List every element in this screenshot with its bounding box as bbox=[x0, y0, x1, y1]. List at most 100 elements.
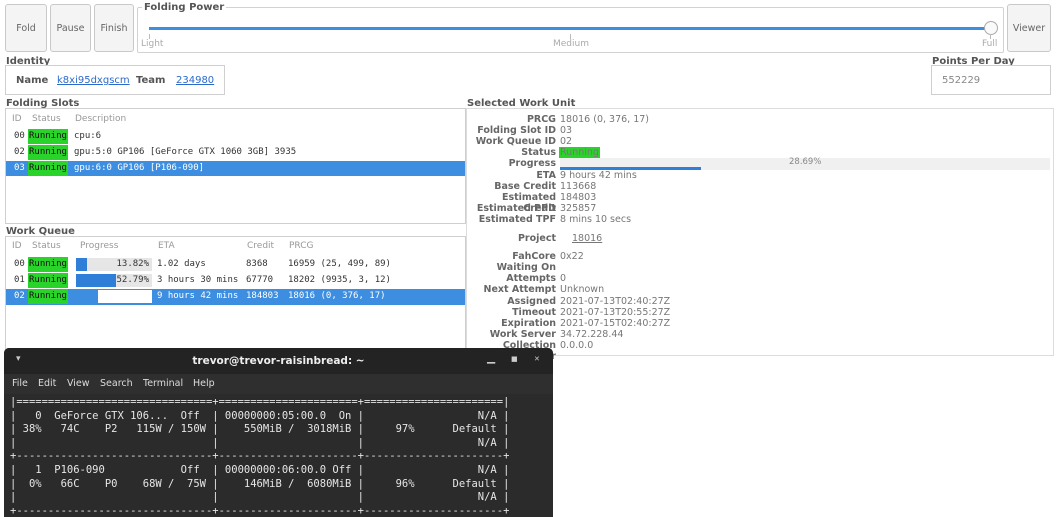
window-menu-icon[interactable]: ▾ bbox=[16, 354, 21, 364]
queue-prcg: 16959 (25, 499, 89) bbox=[288, 259, 391, 269]
menu-terminal[interactable]: Terminal bbox=[143, 378, 183, 389]
wu-timeout-label: Timeout bbox=[512, 307, 556, 318]
menu-edit[interactable]: Edit bbox=[38, 378, 56, 389]
ppd-panel: 552229 bbox=[931, 65, 1051, 95]
close-icon[interactable]: ✕ bbox=[534, 355, 540, 363]
queue-progress-fill bbox=[76, 274, 117, 287]
minimize-icon[interactable]: ▁ bbox=[487, 352, 495, 364]
terminal-window[interactable]: ▾ trevor@trevor-raisinbread: ~ ▁ ■ ✕ Fil… bbox=[4, 348, 553, 517]
terminal-line: | 1 P106-090 Off | 00000000:06:00.0 Off … bbox=[10, 463, 510, 476]
queue-header-progress: Progress bbox=[80, 241, 119, 251]
wu-queue-label: Work Queue ID bbox=[475, 136, 556, 147]
terminal-line: +-------------------------------+-------… bbox=[10, 504, 510, 517]
terminal-line: | | | N/A | bbox=[10, 436, 510, 449]
slot-row[interactable]: 02 Running gpu:5:0 GP106 [GeForce GTX 10… bbox=[6, 145, 465, 160]
name-link[interactable]: k8xi95dxgscm bbox=[57, 75, 130, 86]
wu-progress-text: 28.69% bbox=[789, 157, 822, 167]
queue-eta: 3 hours 30 mins bbox=[157, 275, 239, 285]
slot-status-badge: Running bbox=[28, 129, 68, 144]
queue-progress-text: 52.79% bbox=[116, 275, 149, 285]
wu-est-tpf-value: 8 mins 10 secs bbox=[560, 214, 632, 225]
terminal-line: +-------------------------------+-------… bbox=[10, 450, 510, 463]
wu-eta-label: ETA bbox=[536, 170, 556, 181]
wu-work-server-value: 34.72.228.44 bbox=[560, 329, 624, 340]
queue-progress-text: 28.69% bbox=[116, 291, 149, 301]
menu-search[interactable]: Search bbox=[100, 378, 133, 389]
menu-help[interactable]: Help bbox=[193, 378, 215, 389]
wu-slot-value: 03 bbox=[560, 125, 573, 136]
wu-project-link[interactable]: 18016 bbox=[572, 233, 602, 244]
terminal-line: | 38% 74C P2 115W / 150W | 550MiB / 3018… bbox=[10, 423, 510, 436]
queue-row[interactable]: 01 Running 52.79% 3 hours 30 mins 67770 … bbox=[6, 273, 465, 289]
queue-eta: 9 hours 42 mins bbox=[157, 291, 239, 301]
queue-table: ID Status Progress ETA Credit PRCG 00 Ru… bbox=[5, 236, 466, 350]
maximize-icon[interactable]: ■ bbox=[511, 355, 518, 363]
queue-progress-fill bbox=[76, 290, 98, 303]
wu-base-credit-value: 113668 bbox=[560, 181, 597, 192]
viewer-button[interactable]: Viewer bbox=[1007, 4, 1051, 52]
wu-est-tpf-label: Estimated TPF bbox=[478, 214, 556, 225]
slot-description: gpu:6:0 GP106 [P106-090] bbox=[74, 163, 205, 173]
ppd-value: 552229 bbox=[942, 75, 981, 86]
menu-view[interactable]: View bbox=[67, 378, 90, 389]
wu-est-credit-value: 184803 bbox=[560, 192, 597, 203]
slot-description: cpu:6 bbox=[74, 131, 102, 141]
wu-queue-value: 02 bbox=[560, 136, 573, 147]
queue-progress-bar: 28.69% bbox=[76, 290, 152, 303]
slot-status-badge: Running bbox=[28, 161, 68, 176]
slot-row[interactable]: 00 Running cpu:6 bbox=[6, 129, 465, 144]
queue-credit: 184803 bbox=[246, 291, 279, 301]
slot-id: 00 bbox=[14, 131, 25, 141]
queue-progress-fill bbox=[76, 258, 87, 271]
queue-id: 00 bbox=[14, 259, 25, 269]
terminal-line: | 0% 66C P0 68W / 75W | 146MiB / 6080MiB… bbox=[10, 477, 510, 490]
queue-id: 02 bbox=[14, 291, 25, 301]
wu-progress-bar: 28.69% bbox=[560, 157, 1050, 170]
wu-next-attempt-value: Unknown bbox=[560, 284, 605, 295]
power-slider-handle[interactable] bbox=[984, 21, 998, 35]
slot-id: 02 bbox=[14, 147, 25, 157]
queue-prcg: 18202 (9935, 3, 12) bbox=[288, 275, 391, 285]
queue-header-id: ID bbox=[12, 241, 22, 251]
terminal-line: | | | N/A | bbox=[10, 491, 510, 504]
wu-work-server-label: Work Server bbox=[489, 329, 556, 340]
wu-prcg-label: PRCG bbox=[526, 114, 556, 125]
team-label: Team bbox=[136, 75, 166, 86]
power-slider-track[interactable] bbox=[149, 27, 991, 30]
name-label: Name bbox=[16, 75, 49, 86]
power-label-light: Light bbox=[141, 39, 164, 49]
queue-credit: 8368 bbox=[246, 259, 268, 269]
fold-button[interactable]: Fold bbox=[5, 4, 47, 52]
queue-row-selected[interactable]: 02 Running 28.69% 9 hours 42 mins 184803… bbox=[6, 289, 465, 305]
wu-expiration-label: Expiration bbox=[501, 318, 556, 329]
terminal-line: | 0 GeForce GTX 106... Off | 00000000:05… bbox=[10, 409, 510, 422]
terminal-output[interactable]: |===============================+=======… bbox=[10, 396, 509, 517]
wu-est-ppd-label: Estimated PPD bbox=[476, 203, 556, 214]
wu-slot-label: Folding Slot ID bbox=[477, 125, 556, 136]
wu-progress-label: Progress bbox=[508, 158, 556, 169]
queue-row[interactable]: 00 Running 13.82% 1.02 days 8368 16959 (… bbox=[6, 257, 465, 273]
wu-status-label: Status bbox=[521, 147, 556, 158]
queue-header-eta: ETA bbox=[158, 241, 175, 251]
menu-file[interactable]: File bbox=[12, 378, 28, 389]
queue-progress-bar: 52.79% bbox=[76, 274, 152, 287]
queue-status-badge: Running bbox=[28, 289, 68, 304]
queue-header-credit: Credit bbox=[247, 241, 275, 251]
wu-expiration-value: 2021-07-15T02:40:27Z bbox=[560, 318, 671, 329]
pause-button[interactable]: Pause bbox=[50, 4, 91, 52]
wu-timeout-value: 2021-07-13T20:55:27Z bbox=[560, 307, 671, 318]
wu-collection-value: 0.0.0.0 bbox=[560, 340, 594, 351]
queue-progress-bar: 13.82% bbox=[76, 258, 152, 271]
slots-header-description: Description bbox=[75, 114, 127, 124]
finish-button[interactable]: Finish bbox=[94, 4, 134, 52]
slots-header-status: Status bbox=[32, 114, 61, 124]
slot-status-badge: Running bbox=[28, 145, 68, 160]
slot-row-selected[interactable]: 03 Running gpu:6:0 GP106 [P106-090] bbox=[6, 161, 465, 176]
wu-status-badge: Running bbox=[559, 147, 600, 158]
queue-prcg: 18016 (0, 376, 17) bbox=[288, 291, 386, 301]
queue-id: 01 bbox=[14, 275, 25, 285]
folding-power-legend: Folding Power bbox=[144, 2, 225, 13]
terminal-titlebar[interactable]: ▾ trevor@trevor-raisinbread: ~ ▁ ■ ✕ bbox=[4, 348, 553, 374]
queue-status-badge: Running bbox=[28, 257, 68, 272]
team-link[interactable]: 234980 bbox=[176, 75, 214, 86]
